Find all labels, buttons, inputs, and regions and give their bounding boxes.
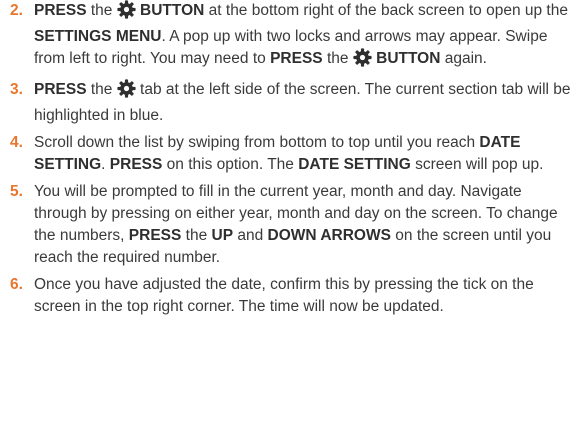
body-text: again. [440,50,487,67]
step-number: 6. [10,276,23,293]
step-text: You will be prompted to fill in the curr… [34,183,558,266]
emphasis-text: BUTTON [135,2,205,19]
body-text: the [322,50,353,67]
step-number: 5. [10,183,23,200]
instruction-step: 4. Scroll down the list by swiping from b… [10,132,575,176]
gear-icon [353,48,372,74]
body-text: on this option. The [162,156,299,173]
body-text: . [101,156,110,173]
emphasis-text: PRESS [109,156,163,173]
step-number: 3. [10,81,23,98]
emphasis-text: SETTINGS MENU [34,28,162,45]
instruction-step: 2. PRESS the BUTTON at the bottom right o… [10,0,575,74]
body-text: at the bottom right of the back screen t… [204,2,568,19]
instruction-step: 3. PRESS the tab at the left side of the … [10,79,575,127]
body-text: the [86,2,117,19]
step-text: PRESS the tab at the left side of the sc… [34,79,571,124]
emphasis-text: PRESS [34,81,87,98]
step-text: PRESS the BUTTON at the bottom right of … [34,0,568,67]
instruction-step: 6. Once you have adjusted the date, confi… [10,274,575,318]
gear-icon [117,0,136,26]
emphasis-text: PRESS [128,227,182,244]
instruction-steps-list: 2. PRESS the BUTTON at the bottom right o… [0,0,575,318]
step-text: Once you have adjusted the date, confirm… [34,276,534,315]
step-number: 2. [10,2,23,19]
body-text: the [181,227,212,244]
emphasis-text: BUTTON [371,50,441,67]
emphasis-text: DOWN ARROWS [267,227,391,244]
body-text: the [86,81,117,98]
step-number: 4. [10,134,23,151]
gear-icon [117,79,136,105]
body-text: and [233,227,268,244]
body-text: screen will pop up. [410,156,544,173]
emphasis-text: UP [211,227,234,244]
instruction-step: 5. You will be prompted to fill in the cu… [10,181,575,269]
emphasis-text: PRESS [34,2,87,19]
emphasis-text: DATE SETTING [298,156,411,173]
body-text: Scroll down the list by swiping from bot… [34,134,480,151]
emphasis-text: PRESS [270,50,323,67]
step-text: Scroll down the list by swiping from bot… [34,134,543,173]
body-text: Once you have adjusted the date, confirm… [34,276,534,315]
